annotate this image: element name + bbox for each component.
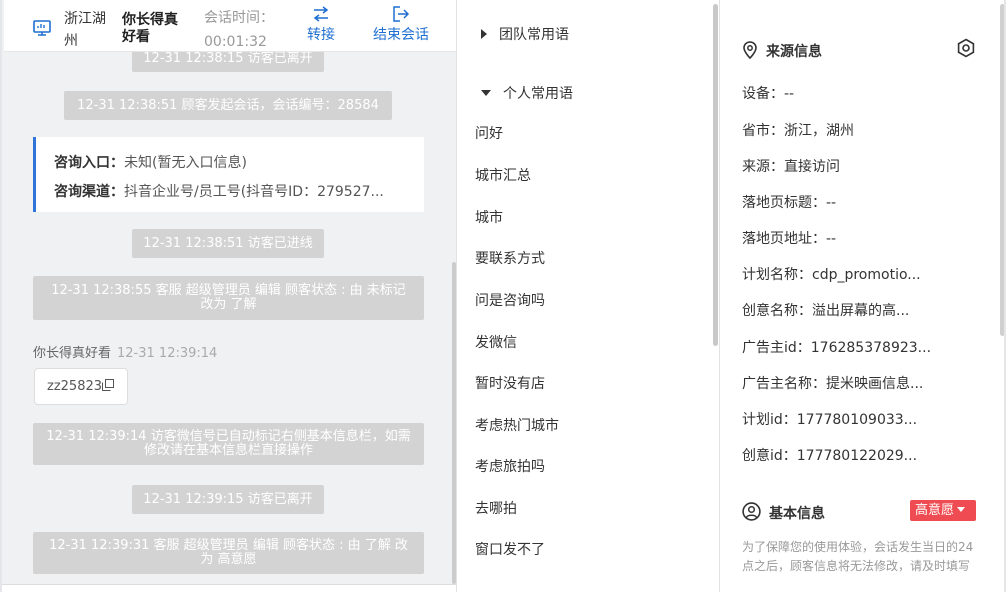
source-field-creative-id: 创意id：177780122029... <box>742 448 918 464</box>
consult-entry-row: 咨询入口：未知(暂无入口信息) <box>54 149 414 178</box>
intent-status-dropdown[interactable]: 高意愿 <box>910 500 976 521</box>
system-message: 12-31 12:38:51 访客已进线 <box>132 229 324 258</box>
common-phrases-panel: 团队常用语 个人常用语 问好 城市汇总 城市 要联系方式 问是咨询吗 发微信 暂… <box>456 0 720 592</box>
end-session-button[interactable]: 结束会话 <box>370 6 432 44</box>
source-field-device: 设备：-- <box>742 86 795 102</box>
personal-phrases-label: 个人常用语 <box>503 86 573 102</box>
message-meta: 你长得真好看 12-31 12:39:14 <box>33 342 217 361</box>
transfer-label: 转接 <box>307 27 335 43</box>
system-message: 12-31 12:38:51 顾客发起会话，会话编号：28584 <box>64 91 392 120</box>
session-time-label: 会话时间： <box>204 10 274 26</box>
team-phrases-label: 团队常用语 <box>499 27 569 43</box>
exit-icon <box>393 6 410 22</box>
user-circle-icon <box>742 502 761 521</box>
caret-down-icon <box>481 90 491 96</box>
end-session-label: 结束会话 <box>373 27 429 43</box>
phrase-item[interactable]: 考虑旅拍吗 <box>475 456 545 476</box>
source-field-plan-name: 计划名称：cdp_promotio... <box>742 267 921 283</box>
source-field-advertiser-name: 广告主名称：提米映画信息... <box>742 376 924 392</box>
source-field-creative-name: 创意名称：溢出屏幕的高... <box>742 303 910 319</box>
chat-panel: 12-31 12:38:15 访客已离开 12-31 12:38:51 顾客发起… <box>0 0 456 592</box>
phrase-item[interactable]: 要联系方式 <box>475 248 545 268</box>
consult-channel-value: 抖音企业号/员工号(抖音号ID：279527... <box>124 184 384 200</box>
chat-input-edge <box>2 584 456 592</box>
message-sender: 你长得真好看 <box>33 346 112 361</box>
basic-info-note: 为了保障您的使用体验，会话发生当日的24点之后，顾客信息将无法修改，请及时填写 <box>742 540 974 573</box>
visitor-name: 你长得真好看 <box>122 12 178 45</box>
consult-info-card: 咨询入口：未知(暂无入口信息) 咨询渠道：抖音企业号/员工号(抖音号ID：279… <box>33 137 424 212</box>
source-field-province: 省市：浙江，湖州 <box>742 123 854 139</box>
transfer-icon <box>313 6 329 22</box>
copy-icon[interactable] <box>102 379 115 391</box>
phrases-scrollbar[interactable] <box>713 4 718 346</box>
system-message: 12-31 12:39:15 访客已离开 <box>132 485 324 514</box>
source-field-landing-title: 落地页标题：-- <box>742 195 837 211</box>
basic-info-title: 基本信息 <box>742 502 825 523</box>
chat-header: 浙江湖州 你长得真好看 会话时间： 00:01:32 转接 结束会话 <box>4 0 456 52</box>
session-time-value: 00:01:32 <box>204 34 267 50</box>
message-time: 12-31 12:39:14 <box>117 346 218 361</box>
consult-entry-value: 未知(暂无入口信息) <box>124 155 247 171</box>
personal-phrases-group[interactable]: 个人常用语 <box>481 83 573 103</box>
consult-channel-row: 咨询渠道：抖音企业号/员工号(抖音号ID：279527... <box>54 178 414 207</box>
computer-icon <box>33 20 51 36</box>
phrase-item[interactable]: 问好 <box>475 123 503 143</box>
system-message: 12-31 12:38:55 客服 超级管理员 编辑 顾客状态 : 由 未标记 … <box>33 276 424 320</box>
phrase-item[interactable]: 城市汇总 <box>475 165 531 185</box>
transfer-button[interactable]: 转接 <box>304 6 338 44</box>
settings-gear-icon[interactable] <box>956 38 976 58</box>
caret-right-icon <box>481 29 487 39</box>
source-field-plan-id: 计划id：177780109033... <box>742 412 918 428</box>
consult-channel-label: 咨询渠道： <box>54 184 124 200</box>
source-field-source: 来源：直接访问 <box>742 159 840 175</box>
system-message: 12-31 12:39:31 客服 超级管理员 编辑 顾客状态 : 由 了解 改… <box>33 532 424 574</box>
basic-info-label: 基本信息 <box>769 506 825 522</box>
phrase-item[interactable]: 去哪拍 <box>475 498 517 518</box>
phrase-item[interactable]: 暂时没有店 <box>475 373 545 393</box>
intent-status-value: 高意愿 <box>915 503 955 518</box>
message-bubble[interactable]: zz25823 <box>34 368 128 405</box>
source-field-landing-url: 落地页地址：-- <box>742 231 837 247</box>
phrase-item[interactable]: 考虑热门城市 <box>475 415 559 435</box>
visitor-region: 浙江湖州 <box>64 11 106 49</box>
consult-entry-label: 咨询入口： <box>54 155 124 171</box>
phrase-item[interactable]: 城市 <box>475 207 503 227</box>
phrase-item[interactable]: 窗口发不了 <box>475 539 545 559</box>
source-field-advertiser-id: 广告主id：176285378923... <box>742 340 932 356</box>
phrase-item[interactable]: 发微信 <box>475 332 517 352</box>
location-pin-icon <box>743 41 757 60</box>
source-info-title: 来源信息 <box>742 41 822 61</box>
team-phrases-group[interactable]: 团队常用语 <box>481 24 569 44</box>
message-text: zz25823 <box>47 379 103 394</box>
phrase-item[interactable]: 问是咨询吗 <box>475 290 545 310</box>
system-message: 12-31 12:39:14 访客微信号已自动标记右侧基本信息栏，如需修改请在基… <box>33 423 424 465</box>
visitor-info-panel: 来源信息 设备：-- 省市：浙江，湖州 来源：直接访问 落地页标题：-- 落地页… <box>720 0 1006 592</box>
caret-down-icon <box>957 507 966 512</box>
source-info-label: 来源信息 <box>766 44 822 60</box>
